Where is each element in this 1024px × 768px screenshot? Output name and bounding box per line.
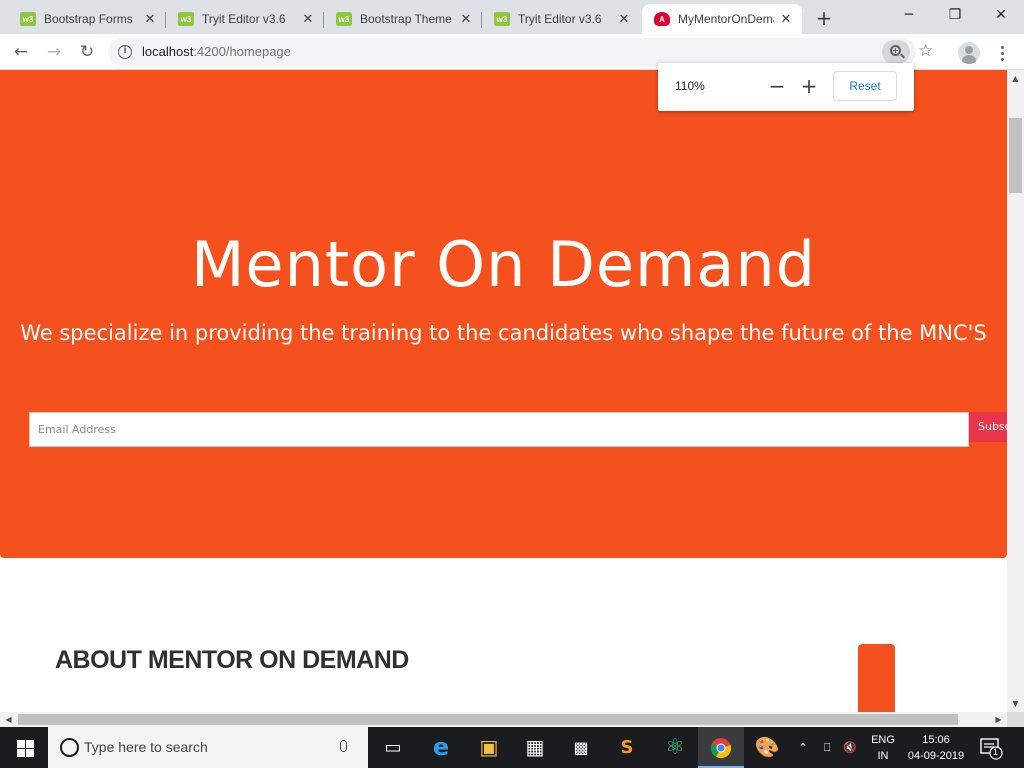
w3schools-icon: w3 [20, 12, 36, 26]
store-icon[interactable]: ▦ [512, 727, 558, 768]
scroll-right-arrow-icon[interactable]: ▶ [990, 712, 1007, 727]
scrollbar-corner [1007, 712, 1024, 727]
system-clock[interactable]: 15:06 04-09-2019 [900, 732, 972, 764]
close-icon[interactable]: ✕ [616, 11, 632, 27]
horizontal-scrollbar[interactable]: ◀ ▶ [0, 712, 1007, 727]
close-icon[interactable]: ✕ [300, 11, 316, 27]
network-icon[interactable]: ⎕ [818, 727, 836, 768]
close-icon[interactable]: ✕ [458, 11, 474, 27]
tab-strip: w3 Bootstrap Forms ✕ w3 Tryit Editor v3.… [0, 0, 1024, 34]
url-path: :4200/homepage [193, 44, 291, 59]
scroll-down-arrow-icon[interactable]: ▼ [1007, 695, 1024, 712]
tab-tryit-editor-1[interactable]: w3 Tryit Editor v3.6 ✕ [166, 4, 324, 34]
bookmark-star-icon[interactable]: ☆ [918, 41, 933, 61]
taskbar-search-box[interactable]: Type here to search [48, 727, 368, 768]
angular-icon: A [654, 12, 670, 26]
zoom-level: 110% [675, 79, 705, 93]
language-indicator[interactable]: ENG IN [866, 732, 900, 764]
email-field[interactable]: Email Address [29, 412, 969, 447]
tab-label: Tryit Editor v3.6 [202, 12, 286, 26]
zoom-in-button[interactable]: + [798, 73, 820, 99]
command-prompt-icon[interactable]: ▩ [558, 727, 604, 768]
about-image-block [858, 644, 895, 712]
vertical-scroll-thumb[interactable] [1009, 118, 1022, 193]
language-code: ENG [871, 734, 895, 746]
chrome-icon[interactable] [698, 727, 744, 768]
hero-title: Mentor On Demand [190, 228, 817, 301]
notification-glyph [980, 738, 1003, 760]
tab-label: MyMentorOnDemand [678, 12, 774, 26]
task-view-icon[interactable]: ▭ [370, 727, 416, 768]
vertical-scrollbar[interactable]: ▲ ▼ [1007, 70, 1024, 712]
page-viewport: Mentor On Demand We specialize in provid… [0, 70, 1007, 712]
forward-button[interactable]: → [40, 38, 68, 66]
hero-subtitle: We specialize in providing the training … [20, 321, 987, 345]
w3schools-icon: w3 [336, 12, 352, 26]
restore-button[interactable]: ❐ [932, 0, 978, 30]
new-tab-button[interactable]: + [812, 6, 836, 30]
tab-bootstrap-forms[interactable]: w3 Bootstrap Forms ✕ [8, 4, 166, 34]
volume-muted-icon[interactable]: 🔇 [840, 727, 860, 768]
tab-label: Bootstrap Theme [360, 12, 452, 26]
cortana-icon [60, 738, 79, 757]
scroll-up-arrow-icon[interactable]: ▲ [1007, 70, 1024, 87]
microphone-icon[interactable] [340, 740, 347, 752]
about-heading: ABOUT MENTOR ON DEMAND [55, 646, 409, 674]
tab-label: Tryit Editor v3.6 [518, 12, 602, 26]
subscribe-button[interactable]: Subscribe [969, 412, 1007, 442]
w3schools-icon: w3 [494, 12, 510, 26]
zoom-bubble: 110% − + Reset [658, 63, 914, 111]
url-text[interactable]: localhost:4200/homepage [142, 44, 291, 59]
chrome-logo [710, 738, 732, 759]
site-info-icon[interactable]: i [118, 45, 132, 59]
search-placeholder: Type here to search [84, 739, 208, 755]
edge-icon[interactable]: e [418, 727, 464, 768]
back-button[interactable]: ← [7, 38, 35, 66]
tray-chevron-icon[interactable]: ⌃ [796, 727, 810, 768]
tab-bootstrap-theme[interactable]: w3 Bootstrap Theme ✕ [324, 4, 482, 34]
address-bar[interactable]: i localhost:4200/homepage + ☆ [108, 38, 933, 66]
tab-mymentorondemand[interactable]: A MyMentorOnDemand ✕ [642, 4, 802, 34]
w3schools-icon: w3 [178, 12, 194, 26]
action-center-icon[interactable]: 1 [978, 735, 1004, 761]
paint-icon[interactable]: 🎨 [744, 727, 790, 768]
close-icon[interactable]: ✕ [778, 11, 794, 27]
sublime-text-icon[interactable]: S [604, 727, 650, 768]
windows-taskbar: Type here to search ▭ e ▣ ▦ ▩ S ⚛ 🎨 ⌃ ⎕ … [0, 727, 1024, 768]
url-host: localhost [142, 44, 194, 59]
file-explorer-icon[interactable]: ▣ [466, 727, 512, 768]
notification-count: 1 [993, 747, 999, 757]
atom-icon[interactable]: ⚛ [652, 727, 698, 768]
language-region: IN [877, 750, 889, 762]
zoom-reset-button[interactable]: Reset [833, 71, 897, 101]
hero-section: Mentor On Demand We specialize in provid… [0, 70, 1007, 558]
zoom-icon[interactable]: + [882, 40, 910, 64]
clock-date: 04-09-2019 [907, 750, 965, 762]
screen: w3 Bootstrap Forms ✕ w3 Tryit Editor v3.… [0, 0, 1024, 768]
scroll-left-arrow-icon[interactable]: ◀ [0, 712, 17, 727]
close-icon[interactable]: ✕ [142, 11, 158, 27]
clock-time: 15:06 [922, 734, 950, 746]
windows-start-icon[interactable] [0, 727, 48, 768]
profile-avatar-icon[interactable] [958, 42, 980, 64]
zoom-out-button[interactable]: − [766, 73, 788, 99]
tab-tryit-editor-2[interactable]: w3 Tryit Editor v3.6 ✕ [482, 4, 640, 34]
browser-menu-icon[interactable] [992, 40, 1012, 66]
tab-label: Bootstrap Forms [44, 12, 133, 26]
zoom-handle [900, 53, 905, 59]
minimize-button[interactable]: ─ [886, 0, 932, 30]
reload-button[interactable]: ↻ [73, 38, 101, 66]
close-window-button[interactable]: ✕ [978, 0, 1024, 30]
horizontal-scroll-thumb[interactable] [18, 714, 958, 725]
